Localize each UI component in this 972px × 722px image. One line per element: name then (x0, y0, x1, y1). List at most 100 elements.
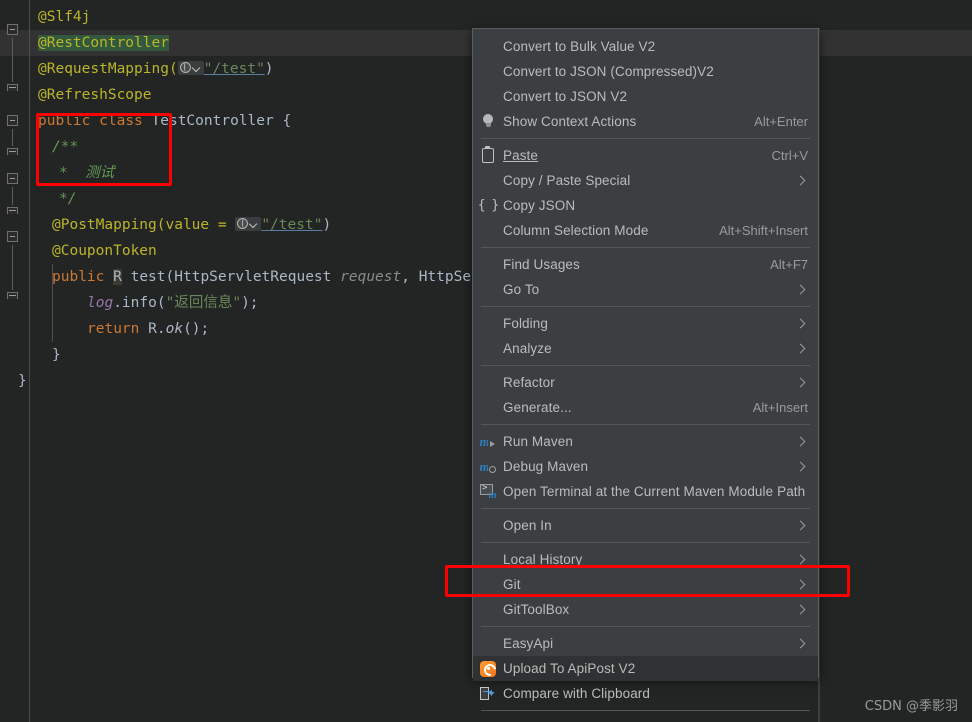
log-message-string: "返回信息" (165, 295, 242, 311)
submenu-arrow-icon (796, 461, 808, 473)
indent-guide-1 (52, 264, 53, 342)
submenu-arrow-icon (796, 604, 808, 616)
menu-item-open-terminal-maven-module[interactable]: m Open Terminal at the Current Maven Mod… (473, 479, 818, 504)
fold-marker-line4[interactable] (6, 82, 21, 97)
menu-item-analyze[interactable]: Analyze (473, 336, 818, 361)
terminal-maven-icon: m (473, 479, 503, 504)
menu-label: Git (503, 577, 521, 592)
ok-call-end: (); (183, 321, 210, 337)
web-globe-icon[interactable] (177, 61, 204, 75)
menu-label: Paste (503, 148, 758, 163)
fold-marker-line11[interactable] (6, 230, 21, 245)
fold-bar-3 (12, 187, 13, 205)
param-comma: , (401, 269, 419, 285)
menu-item-go-to[interactable]: Go To (473, 277, 818, 302)
menu-item-show-context-actions[interactable]: Show Context Actions Alt+Enter (473, 109, 818, 134)
no-icon (473, 513, 503, 538)
menu-label: Convert to JSON (Compressed)V2 (503, 64, 714, 79)
submenu-arrow-icon (796, 318, 808, 330)
code-text-area[interactable]: @Slf4j @RestController @RequestMapping("… (18, 0, 515, 722)
menu-item-debug-maven[interactable]: m Debug Maven (473, 454, 818, 479)
method-paren-open: ( (165, 269, 175, 285)
log-info-call: .info( (113, 295, 166, 311)
menu-separator-4 (481, 365, 810, 366)
lightbulb-icon (473, 109, 503, 134)
fold-marker-line7[interactable] (6, 146, 21, 161)
code-line-7: * 测试 (59, 160, 114, 186)
no-icon (473, 168, 503, 193)
keyword-return: return (87, 321, 140, 337)
menu-item-gittoolbox[interactable]: GitToolBox (473, 597, 818, 622)
keyword-public: public (38, 113, 91, 129)
menu-item-local-history[interactable]: Local History (473, 547, 818, 572)
no-icon (473, 597, 503, 622)
fold-marker-line8[interactable] (6, 172, 21, 187)
clipboard-icon (473, 143, 503, 168)
apipost-icon (473, 656, 503, 681)
menu-label: Compare with Clipboard (503, 686, 651, 701)
menu-label: Debug Maven (503, 459, 589, 474)
menu-item-git[interactable]: Git (473, 572, 818, 597)
inner-brace-close: } (52, 347, 61, 363)
param-request: request (340, 269, 402, 285)
maven-debug-icon: m (473, 454, 503, 479)
menu-item-upload-to-apipost-v2[interactable]: Upload To ApiPost V2 (473, 656, 818, 681)
annotation-request-mapping: @RequestMapping( (38, 61, 178, 77)
web-globe-icon-2[interactable] (235, 217, 262, 231)
submenu-arrow-icon (796, 520, 808, 532)
menu-item-column-selection-mode[interactable]: Column Selection Mode Alt+Shift+Insert (473, 218, 818, 243)
no-icon (473, 277, 503, 302)
code-line-5: public class TestController { (38, 108, 291, 134)
menu-item-compare-with-clipboard[interactable]: ✦ Compare with Clipboard (473, 681, 818, 706)
menu-item-copy-json[interactable]: { } Copy JSON (473, 193, 818, 218)
menu-item-diagrams[interactable]: Diagrams (473, 715, 818, 722)
no-icon (473, 34, 503, 59)
menu-item-convert-to-json-compressed-v2[interactable]: Convert to JSON (Compressed)V2 (473, 59, 818, 84)
fold-marker-line1[interactable] (6, 23, 21, 38)
menu-separator-9 (481, 710, 810, 711)
menu-item-folding[interactable]: Folding (473, 311, 818, 336)
menu-item-find-usages[interactable]: Find Usages Alt+F7 (473, 252, 818, 277)
editor-gutter[interactable] (0, 0, 30, 722)
menu-item-convert-to-bulk-value-v2[interactable]: Convert to Bulk Value V2 (473, 34, 818, 59)
annotation-post-mapping: @PostMapping(value = (52, 217, 236, 233)
code-line-13: return R.ok(); (87, 316, 209, 342)
fold-marker-line10[interactable] (6, 205, 21, 220)
menu-label: Convert to JSON V2 (503, 89, 628, 104)
menu-item-refactor[interactable]: Refactor (473, 370, 818, 395)
submenu-arrow-icon (796, 554, 808, 566)
code-line-15: } (18, 368, 27, 394)
menu-item-paste[interactable]: Paste Ctrl+V (473, 143, 818, 168)
menu-shortcut: Alt+F7 (770, 257, 808, 272)
annotation-slf4j: @Slf4j (38, 9, 91, 25)
compare-icon: ✦ (473, 681, 503, 706)
request-mapping-path: "/test" (203, 61, 265, 77)
javadoc-close: */ (59, 191, 77, 207)
outer-brace-close: } (18, 373, 27, 389)
menu-separator-8 (481, 626, 810, 627)
keyword-class: class (99, 113, 143, 129)
menu-separator-3 (481, 306, 810, 307)
no-icon (473, 311, 503, 336)
submenu-arrow-icon (796, 377, 808, 389)
menu-item-easyapi[interactable]: EasyApi (473, 631, 818, 656)
menu-item-generate[interactable]: Generate... Alt+Insert (473, 395, 818, 420)
fold-marker-line5[interactable] (6, 114, 21, 129)
menu-item-convert-to-json-v2[interactable]: Convert to JSON V2 (473, 84, 818, 109)
menu-label: Local History (503, 552, 583, 567)
menu-item-run-maven[interactable]: m Run Maven (473, 429, 818, 454)
menu-item-copy-paste-special[interactable]: Copy / Paste Special (473, 168, 818, 193)
gutter-divider (29, 0, 30, 722)
fold-bar-4 (12, 245, 13, 290)
fold-marker-line14[interactable] (6, 290, 21, 305)
javadoc-text: 测试 (85, 165, 115, 181)
json-braces-icon: { } (477, 198, 500, 213)
code-line-3: @RequestMapping("/test") (38, 56, 274, 82)
no-icon (473, 252, 503, 277)
menu-separator-6 (481, 508, 810, 509)
keyword-public-method: public (52, 269, 105, 285)
submenu-arrow-icon (796, 175, 808, 187)
editor-context-menu[interactable]: Convert to Bulk Value V2 Convert to JSON… (472, 28, 819, 722)
menu-item-open-in[interactable]: Open In (473, 513, 818, 538)
no-icon (473, 218, 503, 243)
